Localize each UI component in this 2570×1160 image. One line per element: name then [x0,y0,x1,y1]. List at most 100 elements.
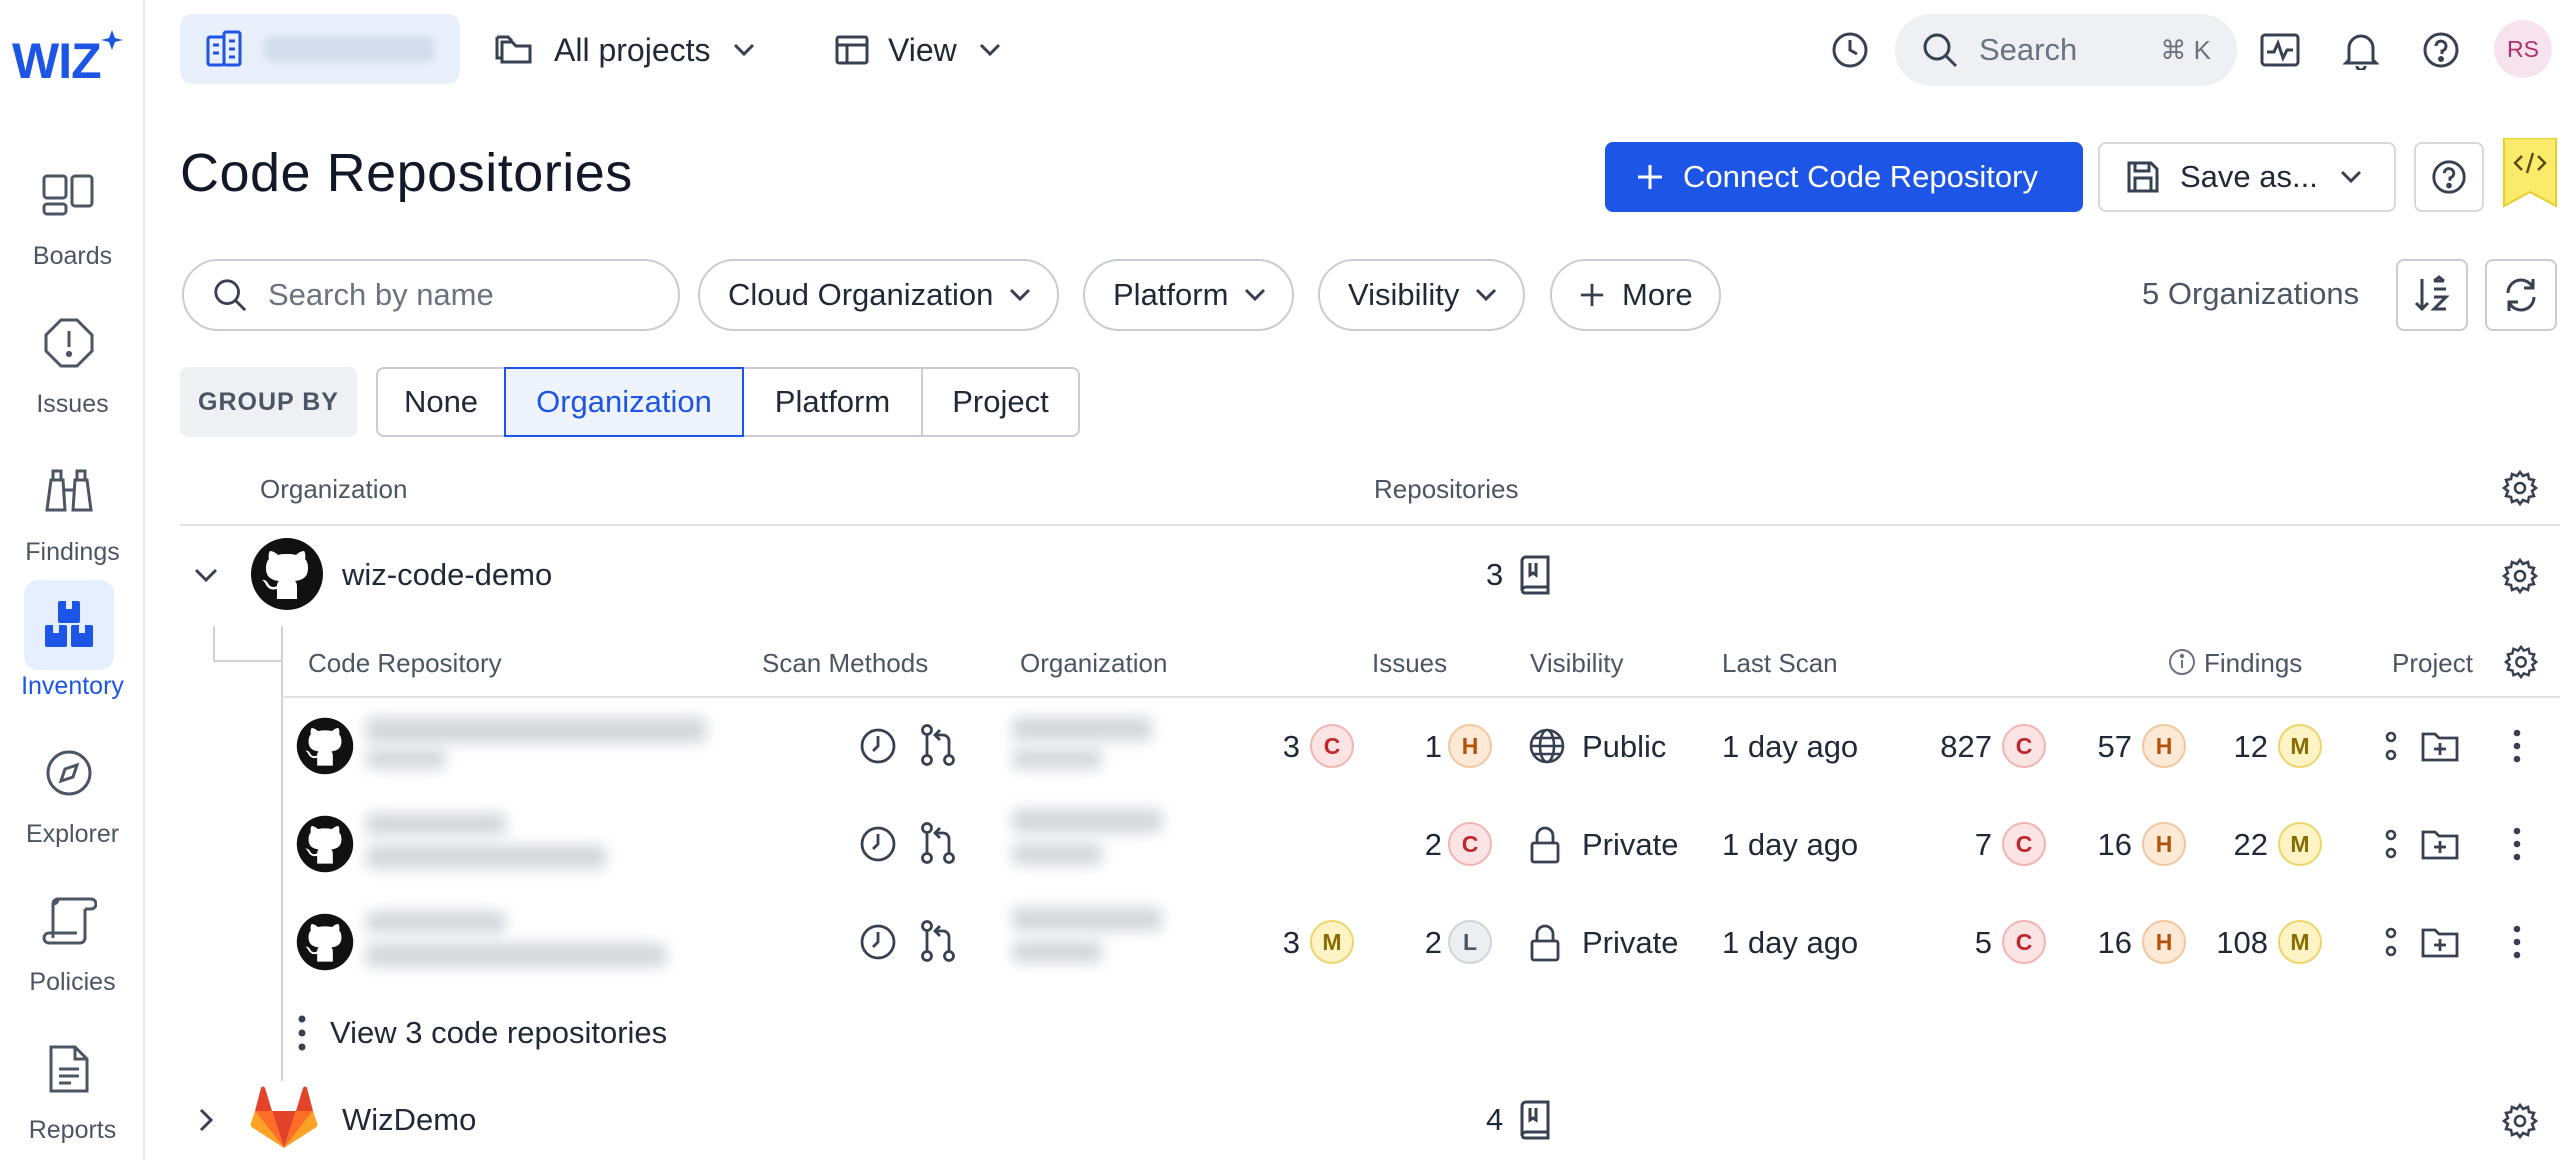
save-as-button[interactable]: Save as... [2098,142,2396,212]
organization-name[interactable]: WizDemo [342,1102,476,1138]
history-icon[interactable] [1822,22,1878,78]
group-by-organization[interactable]: Organization [504,367,744,437]
table-row[interactable]: 3 M 2 L Private 1 day ago 5 C 16 H 108 M [282,893,2560,991]
tenant-name-redacted [264,36,434,62]
severity-badge[interactable]: M [2278,822,2322,866]
chevron-down-icon [733,43,754,57]
activity-monitor-icon[interactable] [2252,22,2308,78]
sort-icon [2414,275,2450,312]
repository-count: 3 [1486,557,1504,592]
lock-icon [1528,923,1562,968]
inventory-icon [24,580,114,670]
page-help-button[interactable] [2414,142,2484,212]
chevron-down-icon [1010,288,1031,302]
finding-count: 57 [2097,729,2132,764]
organization-redacted [1012,941,1102,963]
group-by-platform[interactable]: Platform [742,367,923,437]
view-selector[interactable]: View [834,20,1001,80]
view-more-repositories-link[interactable]: View 3 code repositories [294,1013,667,1053]
platform-filter[interactable]: Platform [1083,259,1295,331]
sidebar-item-boards[interactable]: Boards [0,150,145,280]
severity-badge[interactable]: H [1448,724,1492,768]
inner-table-settings-gear-icon[interactable] [2504,645,2538,679]
organization-redacted [1012,717,1152,741]
left-nav-rail: WIZ Boards Issues Findings Inventory Exp… [0,0,145,1160]
table-row[interactable]: 3 C 1 H Public 1 day ago 827 C 57 H 12 M [282,697,2560,795]
issue-count: 3 [1282,925,1300,960]
group-by-project[interactable]: Project [921,367,1080,437]
connect-code-repository-button[interactable]: Connect Code Repository [1605,142,2083,212]
user-avatar[interactable]: RS [2494,20,2552,78]
tenant-selector[interactable] [180,14,460,84]
group-by-none[interactable]: None [376,367,506,437]
row-actions-kebab-icon[interactable] [2512,729,2522,768]
chevron-down-icon [979,43,1000,57]
repository-name-redacted[interactable] [366,717,706,743]
sidebar-item-label: Reports [28,1116,117,1144]
visibility-value: Public [1582,729,1667,764]
add-to-project-icon[interactable] [2420,925,2460,964]
issue-count: 1 [1424,729,1442,764]
severity-badge[interactable]: M [2278,724,2322,768]
view-label: View [888,31,957,68]
severity-badge[interactable]: L [1448,920,1492,964]
sidebar-item-policies[interactable]: Policies [0,876,145,1006]
chevron-right-icon[interactable] [192,1106,220,1134]
folders-icon [495,35,532,64]
projects-selector[interactable]: All projects [494,20,755,80]
layout-icon [835,35,869,65]
repository-name-redacted[interactable] [366,943,666,967]
filter-label: Visibility [1348,277,1460,312]
github-logo-icon [251,538,323,610]
repository-name-redacted[interactable] [366,749,446,769]
project-dots-icon [2384,729,2398,768]
search-icon [1923,33,1958,68]
global-search[interactable]: Search ⌘ K [1895,14,2237,86]
info-icon[interactable] [2168,648,2196,676]
group-by-label: GROUP BY [180,367,357,437]
severity-badge[interactable]: M [1310,920,1354,964]
help-icon [2432,160,2466,194]
sidebar-item-issues[interactable]: Issues [0,298,145,428]
scheduled-scan-icon [858,922,898,967]
search-shortcut: ⌘ K [2160,34,2211,65]
wiz-logo[interactable]: WIZ [12,28,124,88]
refresh-button[interactable] [2485,259,2557,331]
organization-group-row[interactable]: WizDemo 4 [180,1082,2560,1160]
row-settings-gear-icon[interactable] [2502,558,2538,594]
visibility-filter[interactable]: Visibility [1318,259,1526,331]
save-icon [2127,161,2159,193]
page-title: Code Repositories [180,143,633,203]
sidebar-item-inventory[interactable]: Inventory [0,580,145,710]
sidebar-item-findings[interactable]: Findings [0,446,145,576]
repository-name-redacted[interactable] [366,813,506,835]
more-filters-button[interactable]: More [1550,259,1721,331]
help-icon[interactable] [2413,22,2469,78]
row-actions-kebab-icon[interactable] [2512,925,2522,964]
severity-badge[interactable]: C [1310,724,1354,768]
sidebar-item-reports[interactable]: Reports [0,1024,145,1154]
add-to-project-icon[interactable] [2420,729,2460,768]
severity-badge[interactable]: C [1448,822,1492,866]
filter-label: Cloud Organization [728,277,994,312]
table-settings-gear-icon[interactable] [2492,460,2548,516]
last-scan-value: 1 day ago [1722,827,1859,862]
projects-label: All projects [554,31,711,68]
organization-group-row[interactable]: wiz-code-demo 3 [180,525,2560,625]
code-bookmark-icon[interactable] [2502,138,2558,208]
repository-name-redacted[interactable] [366,845,606,869]
sidebar-item-explorer[interactable]: Explorer [0,728,145,858]
notifications-bell-icon[interactable] [2333,22,2389,78]
severity-badge[interactable]: M [2278,920,2322,964]
search-by-name-input[interactable]: Search by name [182,259,680,331]
cloud-organization-filter[interactable]: Cloud Organization [698,259,1060,331]
organization-name[interactable]: wiz-code-demo [342,557,552,593]
row-settings-gear-icon[interactable] [2502,1103,2538,1139]
repository-name-redacted[interactable] [366,911,506,933]
sort-button[interactable] [2396,259,2468,331]
github-logo-icon [296,815,354,873]
add-to-project-icon[interactable] [2420,827,2460,866]
chevron-down-icon[interactable] [192,561,220,589]
table-row[interactable]: 2 C Private 1 day ago 7 C 16 H 22 M [282,795,2560,893]
row-actions-kebab-icon[interactable] [2512,827,2522,866]
